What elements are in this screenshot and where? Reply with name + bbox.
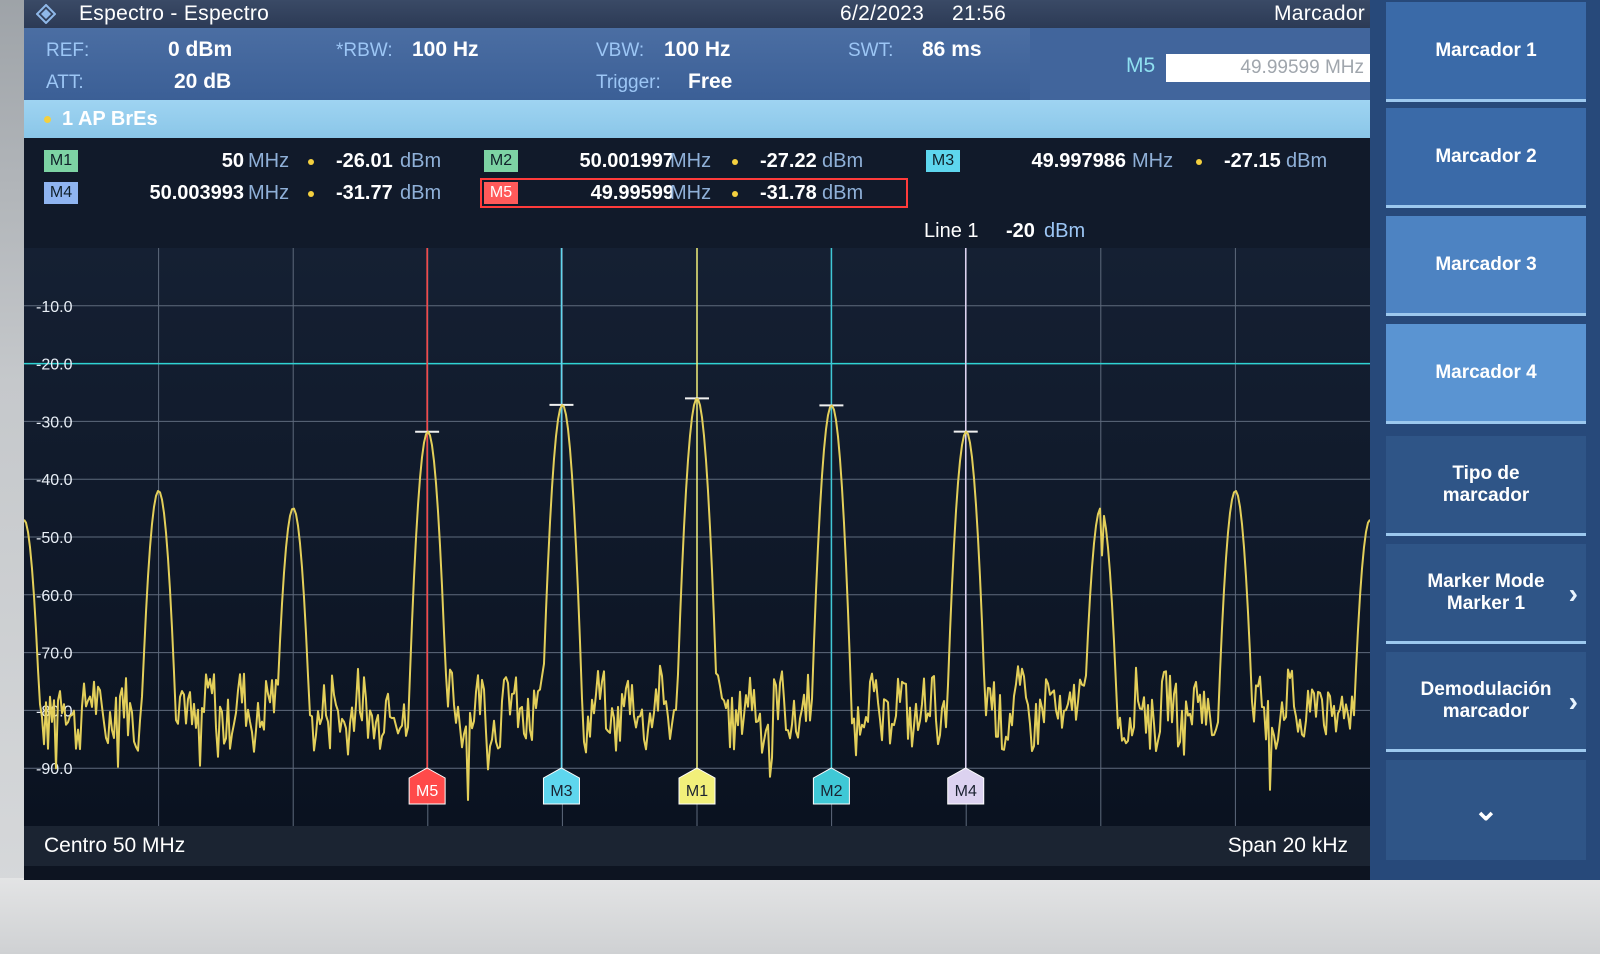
softkey-label: Marcador 3 [1435, 253, 1537, 275]
marker-frequency: 50.003993 [149, 182, 244, 204]
marker-level: -26.01 [336, 150, 393, 172]
display-line-value: -20 [1006, 220, 1035, 242]
date-display: 6/2/2023 [840, 2, 925, 25]
marker-entry-label: M5 [1126, 54, 1156, 77]
marker-level-unit: dBm [1286, 150, 1328, 172]
display-line-name: Line 1 [924, 220, 979, 242]
marker-tag: M2 [484, 150, 518, 172]
marker-flag-label: M2 [820, 783, 842, 800]
vbw-label: VBW: [596, 40, 645, 61]
swt-value: 86 ms [922, 38, 982, 61]
marker-dot-icon [1196, 159, 1202, 165]
marker-frequency-unit: MHz [1132, 150, 1174, 172]
analyzer-screen: Espectro - Espectro 6/2/2023 21:56 Marca… [24, 0, 1600, 880]
bezel-bottom [0, 878, 1600, 954]
softkey-demodulacion-marcador[interactable]: Demodulación marcador › [1386, 652, 1586, 752]
active-marker-highlight [480, 178, 908, 208]
softkey-label: Demodulación marcador [1420, 678, 1552, 722]
display-line-unit: dBm [1044, 220, 1086, 242]
trace-header: 1 AP BrEs [24, 100, 1370, 138]
axis-info-bar: Centro 50 MHz Span 20 kHz [24, 826, 1370, 866]
settings-panel[interactable]: REF: 0 dBm ATT: 20 dB *RBW: 100 Hz VBW: … [24, 28, 1400, 100]
marker-flag-label: M3 [550, 783, 572, 800]
marker-entry-box: M5 [1030, 28, 1400, 100]
spectrum-plot[interactable]: -10.0-20.0-30.0-40.0-50.0-60.0-70.0-80.0… [24, 248, 1370, 826]
softkey-label: Marcador 1 [1435, 39, 1537, 61]
app-title: Espectro - Espectro [79, 2, 270, 25]
marker-level: -27.22 [760, 150, 817, 172]
marker-flag-label: M4 [955, 783, 977, 800]
marker-frequency-unit: MHz [670, 150, 712, 172]
center-frequency-label: Centro 50 MHz [44, 834, 186, 857]
rbw-value: 100 Hz [412, 38, 479, 61]
marker-level: -31.77 [336, 182, 393, 204]
marker-frequency-unit: MHz [248, 182, 290, 204]
y-tick-label: -70.0 [36, 646, 73, 663]
vbw-value: 100 Hz [664, 38, 731, 61]
softkey-panel: Marcador 1 Marcador 2 Marcador 3 Marcado… [1370, 0, 1600, 880]
chevron-right-icon: › [1568, 686, 1578, 717]
span-label: Span 20 kHz [1227, 834, 1348, 857]
marker-tag: M3 [926, 150, 960, 172]
marker-frequency: 50.001997 [579, 150, 674, 172]
marker-frequency: 50 [221, 150, 244, 172]
marker-flag-label: M1 [686, 783, 708, 800]
marker-level-unit: dBm [400, 182, 442, 204]
y-tick-label: -10.0 [36, 299, 73, 316]
chevron-right-icon: › [1568, 578, 1578, 609]
swt-label: SWT: [848, 40, 894, 61]
rbw-label: *RBW: [336, 40, 393, 61]
trigger-label: Trigger: [596, 72, 661, 93]
trigger-value: Free [688, 70, 733, 93]
trace-label: 1 AP BrEs [62, 108, 158, 130]
marker-level-unit: dBm [822, 150, 864, 172]
y-tick-label: -60.0 [36, 588, 73, 605]
marker-tag: M1 [44, 150, 78, 172]
marker-dot-icon [308, 191, 314, 197]
y-tick-label: -30.0 [36, 414, 73, 431]
trace-indicator-icon [44, 116, 51, 123]
marker-tag: M4 [44, 182, 78, 204]
menu-title: Marcador [1274, 2, 1366, 25]
softkey-label: Marker Mode Marker 1 [1427, 570, 1545, 614]
ref-label: REF: [46, 40, 90, 61]
softkey-marker-mode[interactable]: Marker Mode Marker 1 › [1386, 544, 1586, 644]
softkey-label: Tipo de marcador [1442, 462, 1530, 506]
softkey-label: Marcador 2 [1435, 145, 1537, 167]
softkey-marcador-2[interactable]: Marcador 2 [1386, 108, 1586, 208]
marker-dot-icon [308, 159, 314, 165]
y-tick-label: -40.0 [36, 472, 73, 489]
chevron-down-icon: ⌄ [1473, 793, 1499, 827]
time-display: 21:56 [952, 2, 1007, 25]
att-value: 20 dB [174, 70, 232, 93]
softkey-label: Marcador 4 [1435, 361, 1537, 383]
softkey-marcador-3[interactable]: Marcador 3 [1386, 216, 1586, 316]
softkey-tipo-de-marcador[interactable]: Tipo de marcador [1386, 436, 1586, 536]
marker-dot-icon [732, 159, 738, 165]
title-bar: Espectro - Espectro 6/2/2023 21:56 Marca… [24, 0, 1400, 28]
softkey-more[interactable]: ⌄ [1386, 760, 1586, 860]
marker-frequency-unit: MHz [248, 150, 290, 172]
y-tick-label: -20.0 [36, 357, 73, 374]
marker-table[interactable]: M1 50 MHz -26.01 dBm M4 50.003993 MHz -3… [24, 138, 1370, 248]
y-tick-label: -50.0 [36, 530, 73, 547]
marker-level-unit: dBm [400, 150, 442, 172]
marker-frequency-input[interactable] [1166, 54, 1370, 82]
app-logo-icon [36, 4, 56, 24]
softkey-marcador-4[interactable]: Marcador 4 [1386, 324, 1586, 424]
y-tick-label: -90.0 [36, 761, 73, 778]
marker-frequency: 49.997986 [1031, 150, 1126, 172]
marker-level: -27.15 [1224, 150, 1281, 172]
att-label: ATT: [46, 72, 84, 93]
ref-value: 0 dBm [168, 38, 233, 61]
softkey-marcador-1[interactable]: Marcador 1 [1386, 2, 1586, 102]
marker-flag-label: M5 [416, 783, 438, 800]
